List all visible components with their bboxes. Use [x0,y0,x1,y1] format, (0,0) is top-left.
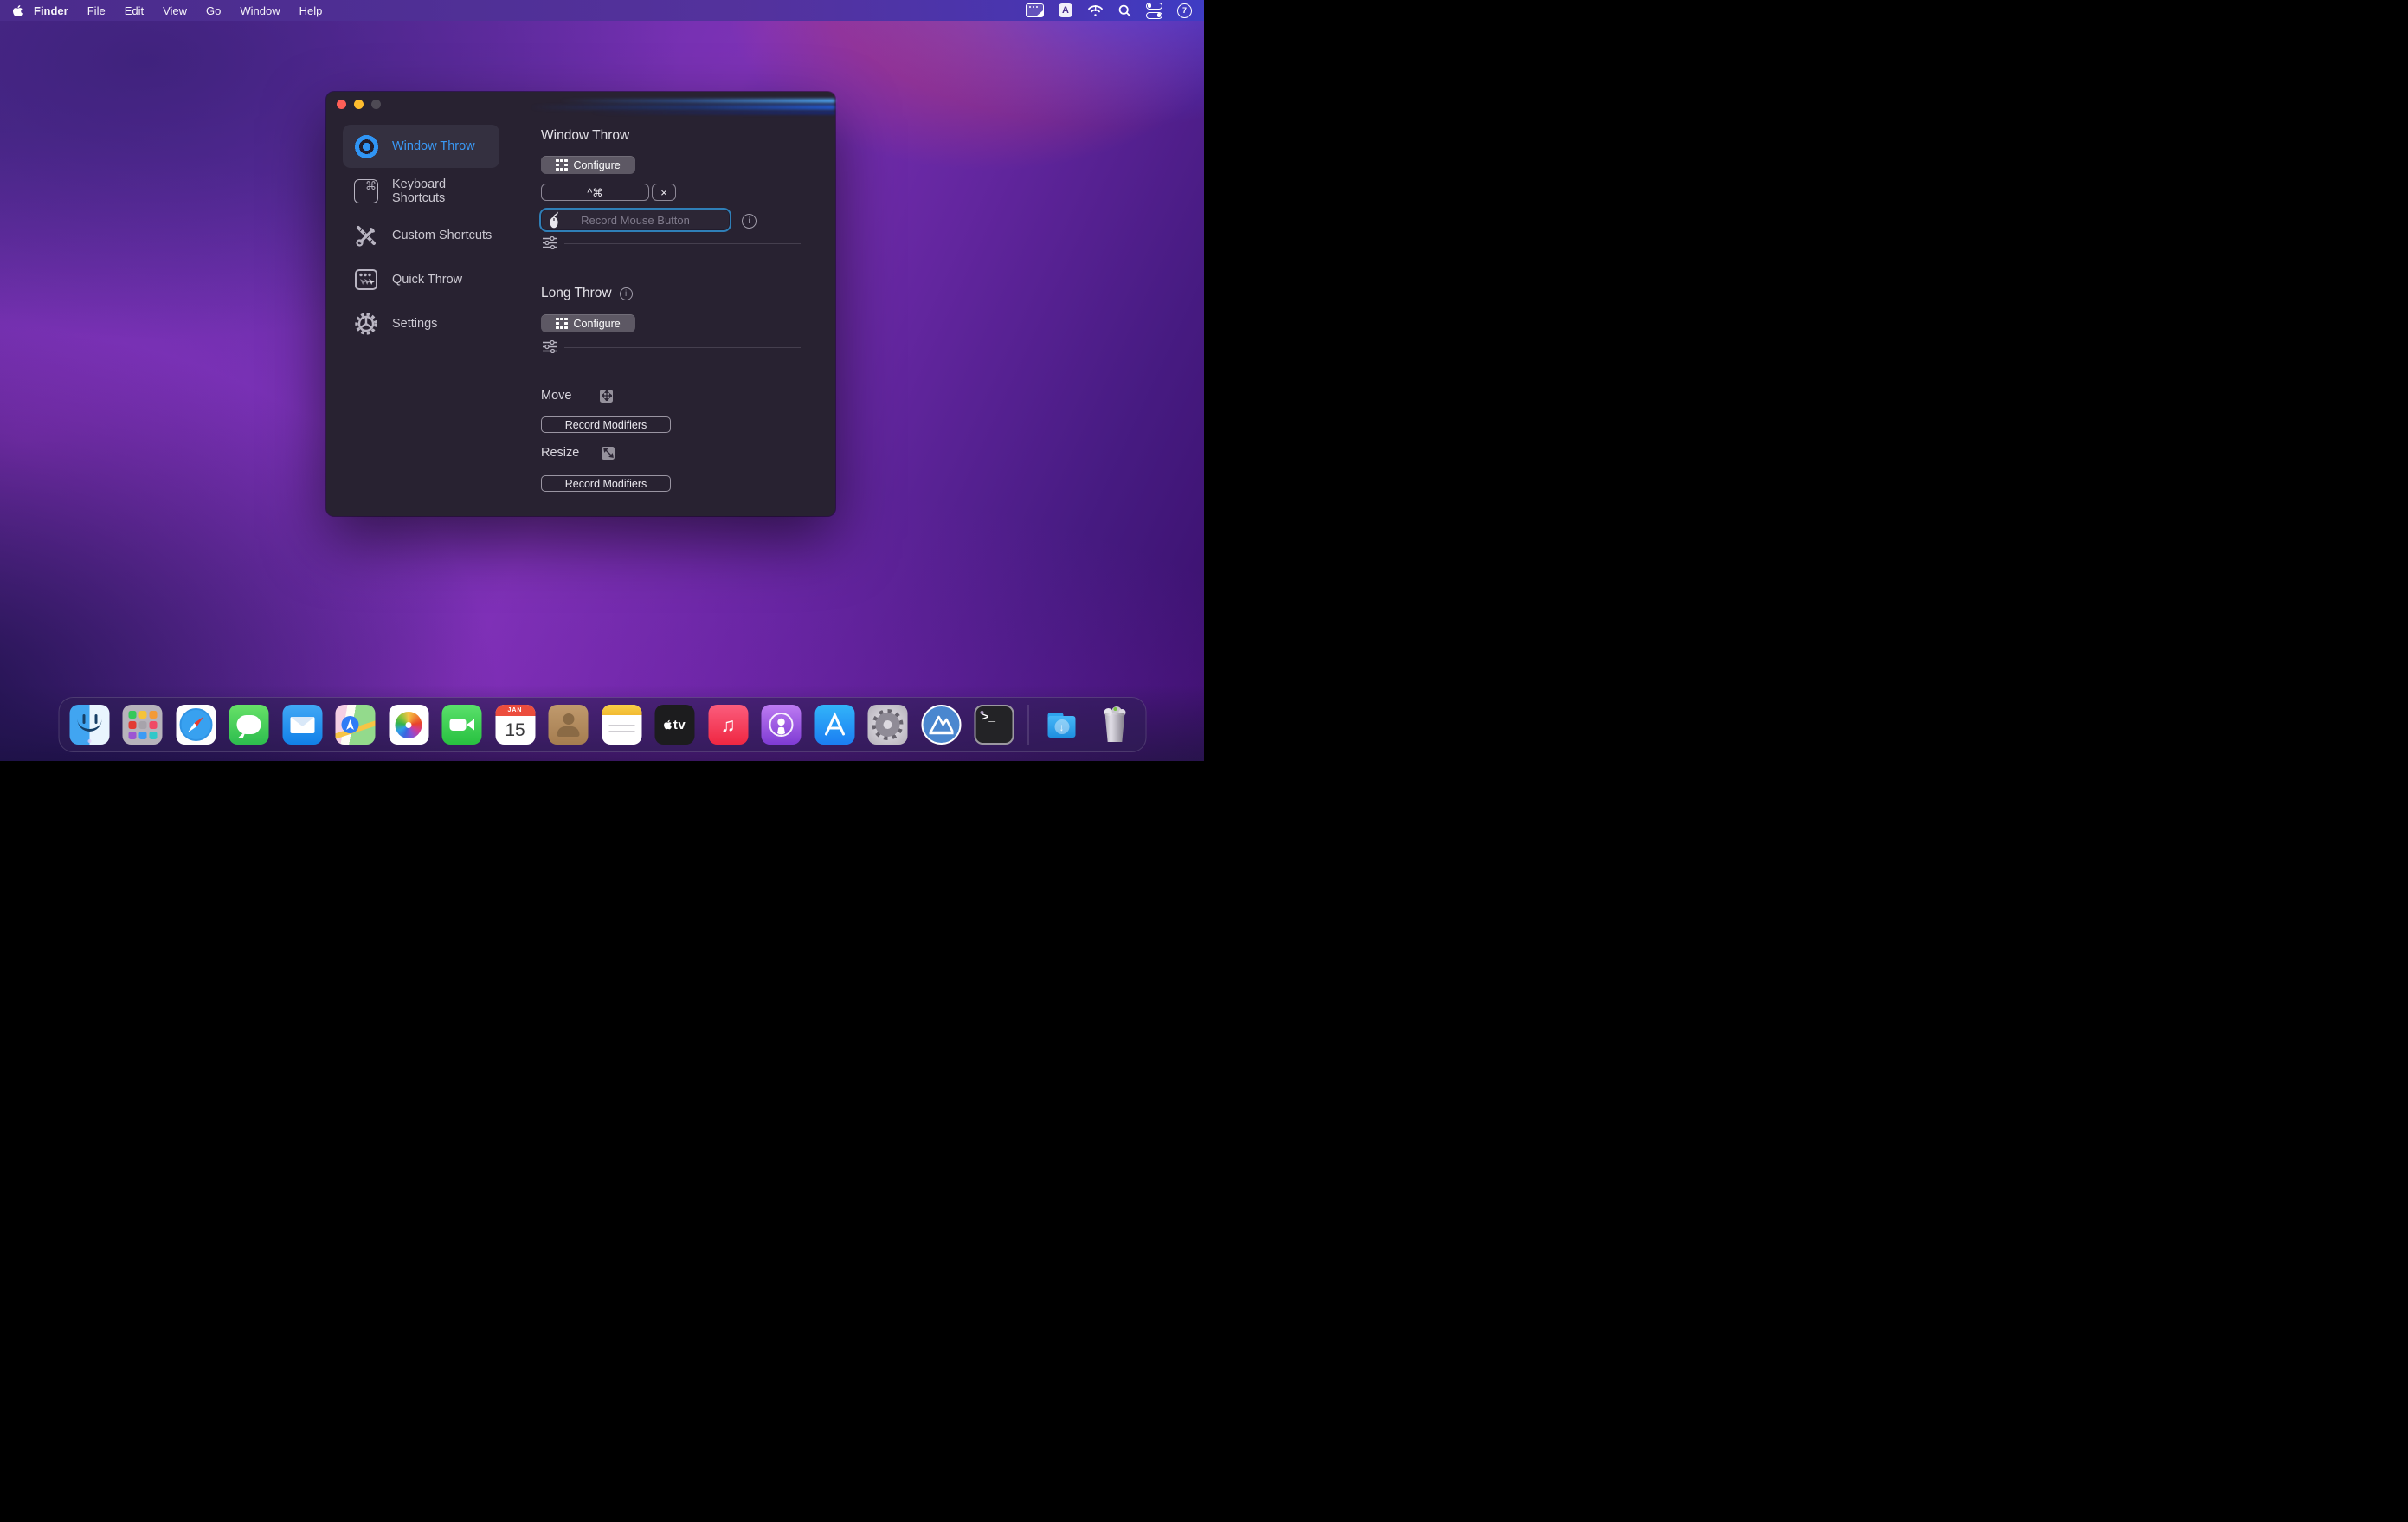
target-circle-icon [353,133,379,159]
dock-item-terminal[interactable]: >_ [975,705,1014,745]
dock-item-podcasts[interactable] [762,705,802,745]
mosaic-menubar-icon[interactable] [1026,3,1044,17]
options-sliders-icon[interactable] [543,340,557,358]
shortcut-field[interactable]: ^⌘ [541,184,649,201]
sidebar-item-keyboard-shortcuts[interactable]: ⌘ Keyboard Shortcuts [343,170,499,213]
menu-help[interactable]: Help [299,4,323,17]
resize-icon [602,447,615,460]
sidebar-item-window-throw[interactable]: Window Throw [343,125,499,168]
long-throw-title: Long Throw [541,286,612,301]
running-indicator [981,711,984,714]
dock-item-app-store[interactable] [814,705,854,745]
dock-item-mail[interactable] [282,705,322,745]
gear-icon [353,311,379,337]
dock-item-facetime[interactable] [442,705,482,745]
command-key-icon: ⌘ [353,178,379,204]
record-modifiers-button-move[interactable]: Record Modifiers [541,416,671,433]
input-source-icon[interactable]: A [1059,3,1072,17]
spotlight-icon[interactable] [1118,4,1131,17]
menu-edit[interactable]: Edit [125,4,144,17]
wifi-alert-icon[interactable]: ! [1087,4,1104,17]
dock-item-trash[interactable] [1095,705,1135,745]
configure-button-window-throw[interactable]: Configure [541,156,635,174]
close-button[interactable] [337,100,346,109]
dock-item-system-preferences[interactable] [868,705,908,745]
dock-item-launchpad[interactable] [123,705,163,745]
download-arrow-icon: ↓ [1054,719,1069,734]
sidebar-item-label: Keyboard Shortcuts [392,177,499,205]
grid-icon [556,159,567,171]
record-mouse-button-field[interactable]: Record Mouse Button [539,208,731,232]
dock-item-tv[interactable]: tv [655,705,695,745]
divider [564,243,801,244]
record-mouse-placeholder: Record Mouse Button [542,214,729,227]
record-modifiers-button-resize[interactable]: Record Modifiers [541,475,671,492]
dock-item-photos[interactable] [389,705,428,745]
dock-item-downloads[interactable]: ↓ [1042,705,1082,745]
sidebar-item-label: Settings [392,317,437,331]
dock-item-safari[interactable] [176,705,216,745]
configure-button-long-throw[interactable]: Configure [541,314,635,332]
info-icon-long-throw[interactable]: i [620,287,633,300]
dock-separator [1027,705,1028,745]
menu-go[interactable]: Go [206,4,221,17]
dock-item-mosaic[interactable] [921,705,961,745]
resize-label: Resize [541,446,579,460]
dock: JAN 15 tv ♫ [58,697,1146,752]
clear-shortcut-button[interactable]: × [652,184,676,201]
zoom-button-disabled [371,100,381,109]
menu-window[interactable]: Window [240,4,280,17]
sidebar-item-label: Quick Throw [392,273,462,287]
minimize-button[interactable] [354,100,364,109]
clock-widget-icon[interactable]: 7 [1177,3,1192,18]
menu-finder[interactable]: Finder [34,4,68,17]
info-icon-mouse[interactable]: i [742,214,757,229]
music-note-icon: ♫ [720,713,735,737]
sidebar-item-label: Window Throw [392,139,475,153]
quick-throw-icon [353,267,379,293]
app-window: Window Throw ⌘ Keyboard Shortcuts Custom… [326,92,835,516]
window-titlebar[interactable] [326,92,835,118]
dock-item-maps[interactable] [336,705,376,745]
running-indicator [87,739,91,743]
sidebar-item-label: Custom Shortcuts [392,229,492,242]
dock-item-contacts[interactable] [549,705,589,745]
divider [564,347,801,348]
control-center-icon[interactable] [1146,1,1162,20]
compass-icon [179,708,212,741]
grid-icon [556,318,567,329]
dock-item-notes[interactable] [602,705,641,745]
menu-file[interactable]: File [87,4,106,17]
dock-item-messages[interactable] [229,705,269,745]
dock-item-calendar[interactable]: JAN 15 [495,705,535,745]
desktop: Finder File Edit View Go Window Help A ! [0,0,1204,761]
apple-menu-icon[interactable] [12,4,23,17]
sidebar-item-custom-shortcuts[interactable]: Custom Shortcuts [343,214,499,257]
sidebar-item-quick-throw[interactable]: Quick Throw [343,258,499,301]
tools-icon [353,222,379,248]
sidebar-item-settings[interactable]: Settings [343,302,499,345]
titlebar-glare [560,99,835,103]
dock-item-finder[interactable] [69,705,109,745]
menu-bar: Finder File Edit View Go Window Help A ! [0,0,1204,21]
move-icon [600,390,613,403]
window-throw-title: Window Throw [541,128,629,144]
menu-view[interactable]: View [163,4,187,17]
options-sliders-icon[interactable] [543,236,557,254]
dock-item-music[interactable]: ♫ [708,705,748,745]
move-label: Move [541,389,571,403]
